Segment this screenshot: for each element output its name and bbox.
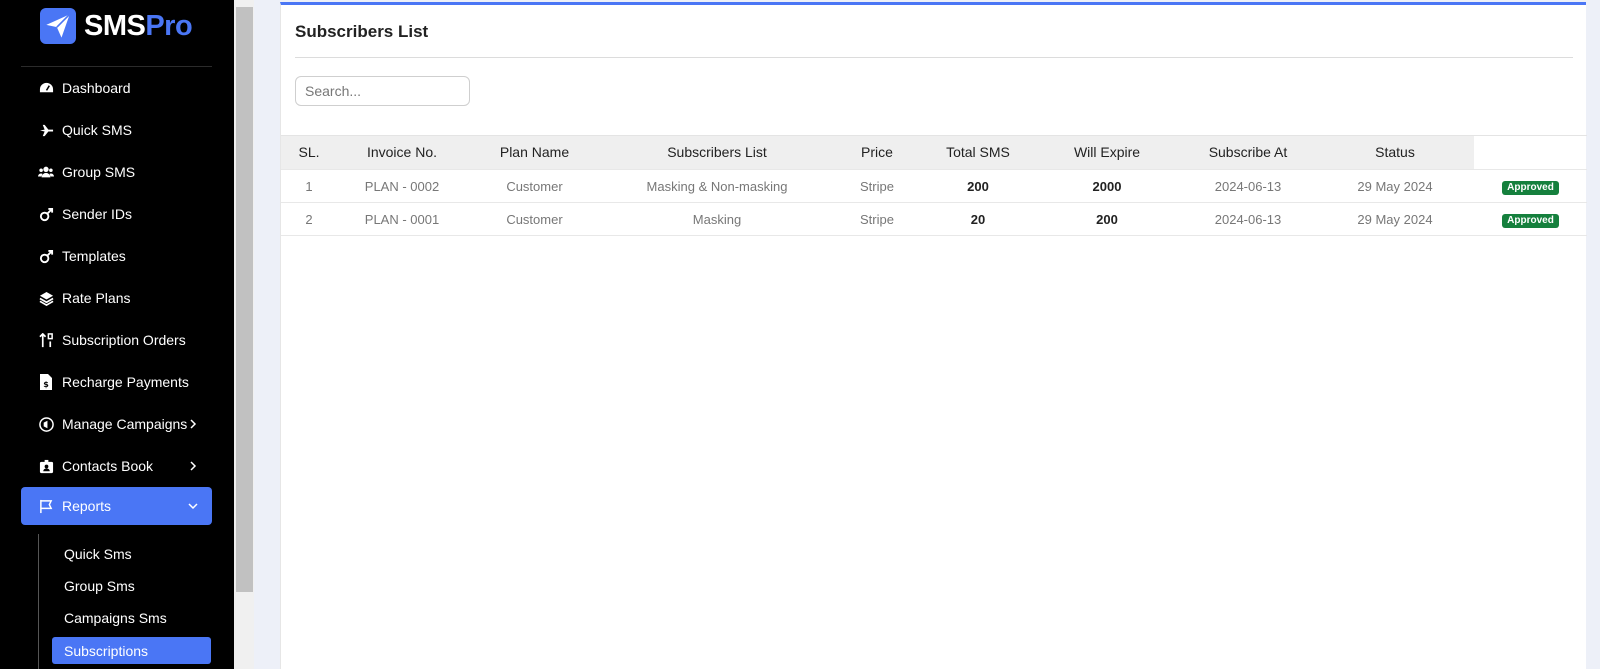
sidebar-subitem-label: Subscriptions [64, 642, 149, 659]
cell-total-sms: 200 [967, 179, 989, 194]
sidebar-subitem-group-sms[interactable]: Group Sms [52, 572, 211, 599]
cell-will-expire: 2000 [1092, 179, 1122, 194]
cell-sl: 1 [305, 179, 313, 194]
col-header-will-expire[interactable]: Will Expire [1034, 136, 1180, 169]
col-header-status[interactable]: Status [1316, 136, 1474, 169]
sidebar-subitem-label: Group Sms [64, 577, 135, 594]
sidebar-item-label: Contacts Book [62, 458, 154, 474]
logo-text-accent: Pro [145, 9, 193, 42]
col-header-sl[interactable]: SL. [281, 136, 337, 169]
sidebar-item-label: Sender IDs [62, 206, 133, 222]
sidebar-subitem-label: Quick Sms [64, 545, 132, 562]
sidebar-item-recharge-payments[interactable]: $ Recharge Payments [21, 363, 212, 401]
sidebar-divider [21, 66, 212, 67]
submenu-guide-line [38, 534, 39, 669]
sidebar-item-label: Rate Plans [62, 290, 131, 306]
sidebar-item-reports[interactable]: Reports [21, 487, 212, 525]
logo-text: SMSPro [84, 9, 193, 43]
sidebar-item-label: Recharge Payments [62, 374, 189, 390]
svg-text:$: $ [43, 380, 49, 389]
paper-plane-icon [40, 8, 76, 44]
flag-icon [38, 498, 54, 514]
gauge-icon [38, 80, 54, 96]
plane-icon [38, 122, 54, 138]
cell-invoice: PLAN - 0001 [364, 212, 440, 227]
layers-icon [38, 290, 54, 306]
cell-subscribers-list: Masking [692, 212, 742, 227]
cell-price: Stripe [860, 179, 894, 194]
cell-status-date: 29 May 2024 [1357, 212, 1433, 227]
card-divider [295, 57, 1573, 58]
sidebar-item-label: Manage Campaigns [62, 416, 188, 432]
logo-text-primary: SMS [84, 9, 146, 42]
status-badge: Approved [1502, 213, 1559, 228]
sidebar-item-label: Dashboard [62, 80, 131, 96]
col-header-invoice[interactable]: Invoice No. [337, 136, 467, 169]
cell-status-date: 29 May 2024 [1357, 179, 1433, 194]
cell-invoice: PLAN - 0002 [364, 179, 440, 194]
cell-subscribe-at: 2024-06-13 [1214, 212, 1282, 227]
cell-subscribers-list: Masking & Non-masking [646, 179, 788, 194]
cell-sl: 2 [305, 212, 313, 227]
chevron-right-icon [186, 459, 200, 473]
cell-plan: Customer [506, 212, 563, 227]
sidebar-subitem-campaigns-sms[interactable]: Campaigns Sms [52, 604, 211, 631]
col-header-subscribers-list[interactable]: Subscribers List [602, 136, 832, 169]
sidebar-item-label: Quick SMS [62, 122, 133, 138]
sidebar-subitem-quick-sms[interactable]: Quick Sms [52, 540, 211, 567]
chevron-down-icon [186, 499, 200, 513]
cell-plan: Customer [506, 179, 563, 194]
page-title: Subscribers List [295, 22, 429, 41]
invoice-dollar-icon: $ [38, 374, 54, 390]
sidebar-subitem-label: Campaigns Sms [64, 609, 167, 626]
subscribers-card: Subscribers List SL. Invoice No. Plan Na… [280, 2, 1587, 669]
cell-subscribe-at: 2024-06-13 [1214, 179, 1282, 194]
sidebar-item-contacts-book[interactable]: Contacts Book [21, 447, 212, 485]
cell-will-expire: 200 [1096, 212, 1118, 227]
logo[interactable]: SMSPro [40, 8, 193, 44]
cell-price: Stripe [860, 212, 894, 227]
sidebar-item-quick-sms[interactable]: Quick SMS [21, 111, 212, 149]
id-badge-icon [38, 458, 54, 474]
sidebar-item-dashboard[interactable]: Dashboard [21, 69, 212, 107]
cell-total-sms: 20 [970, 212, 986, 227]
search-input[interactable] [295, 76, 470, 106]
sidebar-item-label: Reports [62, 498, 112, 514]
mars-icon [38, 206, 54, 222]
row-divider [281, 235, 1587, 236]
sidebar-scrollbar-thumb[interactable] [236, 7, 253, 592]
col-header-total-sms[interactable]: Total SMS [922, 136, 1034, 169]
sidebar-item-label: Group SMS [62, 164, 136, 180]
col-header-price[interactable]: Price [832, 136, 922, 169]
status-badge: Approved [1502, 180, 1559, 195]
sidebar-item-label: Subscription Orders [62, 332, 186, 348]
users-icon [38, 164, 54, 180]
sidebar-item-rate-plans[interactable]: Rate Plans [21, 279, 212, 317]
chevron-right-icon [186, 417, 200, 431]
sidebar-item-templates[interactable]: Templates [21, 237, 212, 275]
sidebar-item-label: Templates [62, 248, 126, 264]
bullhorn-circle-icon [38, 416, 54, 432]
sidebar-item-subscription-orders[interactable]: Subscription Orders [21, 321, 212, 359]
sidebar-subitem-subscriptions[interactable]: Subscriptions [52, 637, 211, 664]
sidebar: SMSPro Dashboard Quick SMS Group SMS Sen… [0, 0, 234, 669]
cell-status: Approved [1474, 170, 1587, 203]
sidebar-item-group-sms[interactable]: Group SMS [21, 153, 212, 191]
col-header-subscribe-at[interactable]: Subscribe At [1180, 136, 1316, 169]
sidebar-item-manage-campaigns[interactable]: Manage Campaigns [21, 405, 212, 443]
sort-icon [38, 332, 54, 348]
cell-status: Approved [1474, 203, 1587, 236]
col-header-plan[interactable]: Plan Name [467, 136, 602, 169]
mars-icon [38, 248, 54, 264]
sidebar-item-sender-ids[interactable]: Sender IDs [21, 195, 212, 233]
